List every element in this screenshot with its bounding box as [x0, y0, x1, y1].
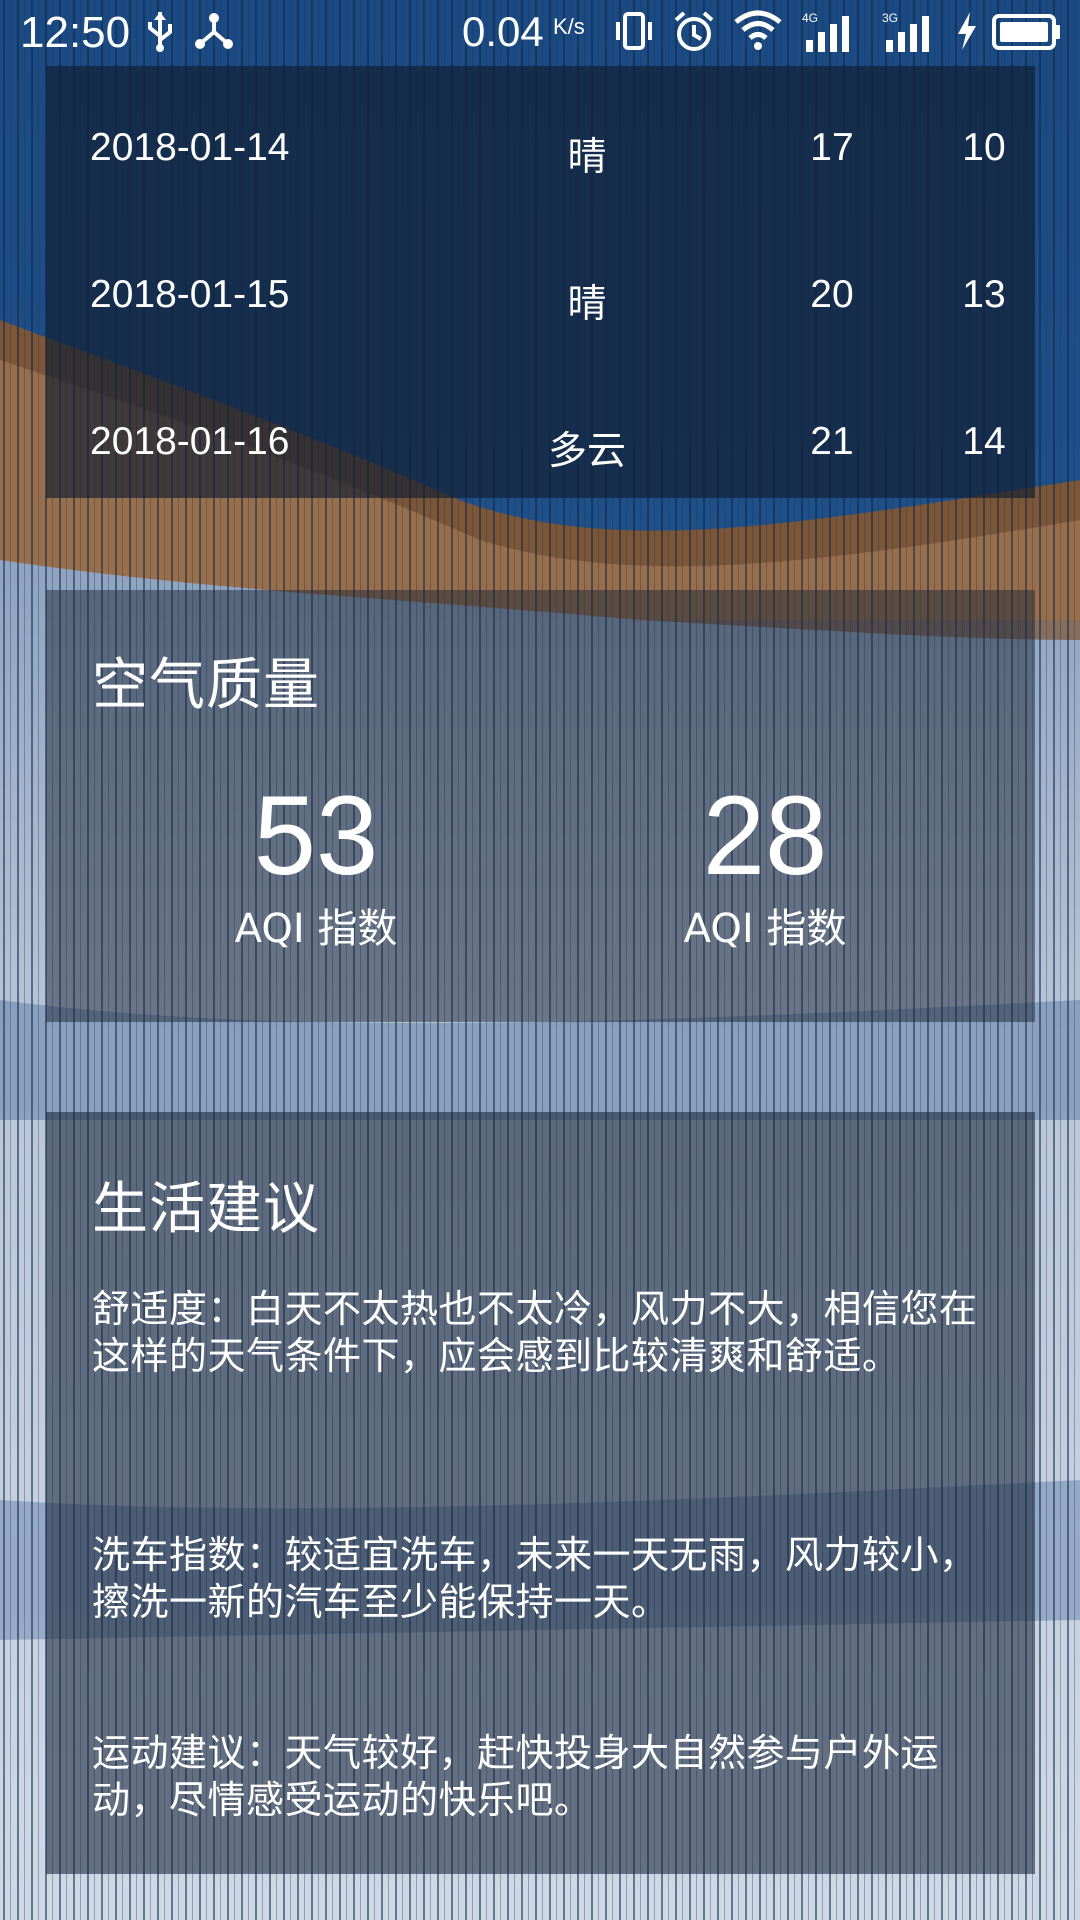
forecast-row: 2018-01-16 多云 21 14 [46, 406, 1035, 486]
net-speed-unit: K/s [553, 14, 585, 39]
status-bar: 12:50 0.04 K/s 4G 3G [0, 0, 1080, 64]
usb-icon [144, 10, 176, 57]
forecast-min-temp: 14 [962, 420, 1006, 463]
charging-icon [956, 10, 978, 57]
net-speed: 0.04 [462, 8, 544, 55]
forecast-max-temp: 21 [810, 420, 854, 463]
signal-3g-icon: 3G [880, 10, 942, 59]
aqi-block: 28 AQI 指数 [615, 780, 915, 954]
forecast-date: 2018-01-16 [90, 420, 290, 463]
battery-icon [992, 14, 1062, 55]
forecast-row: 2018-01-14 晴 17 10 [46, 112, 1035, 192]
air-quality-panel: 空气质量 53 AQI 指数 28 AQI 指数 [46, 590, 1035, 1022]
forecast-date: 2018-01-14 [90, 126, 290, 169]
aqi-value: 53 [253, 773, 379, 898]
wifi-icon [734, 10, 782, 57]
comfort-suggestion: 舒适度：白天不太热也不太冷，风力不大，相信您在这样的天气条件下，应会感到比较清爽… [92, 1287, 978, 1378]
suggestion-panel: 生活建议 舒适度：白天不太热也不太冷，风力不大，相信您在这样的天气条件下，应会感… [46, 1112, 1035, 1874]
forecast-weather: 多云 [547, 430, 626, 473]
share-icon [194, 10, 234, 57]
forecast-row: 2018-01-15 晴 20 13 [46, 259, 1035, 339]
forecast-weather: 晴 [567, 283, 607, 326]
forecast-max-temp: 20 [810, 273, 854, 316]
forecast-max-temp: 17 [810, 126, 854, 169]
aqi-block: 53 AQI 指数 [166, 780, 466, 954]
status-time: 12:50 [20, 8, 131, 57]
forecast-min-temp: 13 [962, 273, 1006, 316]
car-wash-suggestion: 洗车指数：较适宜洗车，未来一天无雨，风力较小，擦洗一新的汽车至少能保持一天。 [92, 1533, 978, 1624]
sport-suggestion: 运动建议：天气较好，赶快投身大自然参与户外运动，尽情感受运动的快乐吧。 [92, 1731, 940, 1822]
forecast-date: 2018-01-15 [90, 273, 290, 316]
aqi-label: AQI 指数 [683, 906, 847, 952]
svg-text:4G: 4G [802, 11, 818, 25]
aqi-value: 28 [702, 773, 828, 898]
alarm-icon [672, 10, 716, 59]
forecast-min-temp: 10 [962, 126, 1006, 169]
suggestion-title: 生活建议 [92, 1177, 320, 1242]
air-quality-title: 空气质量 [92, 653, 320, 718]
vibrate-icon [614, 10, 654, 57]
signal-4g-icon: 4G [800, 10, 862, 59]
forecast-weather: 晴 [567, 136, 607, 179]
aqi-label: AQI 指数 [234, 906, 398, 952]
forecast-panel: 2018-01-14 晴 17 10 2018-01-15 晴 20 13 20… [46, 66, 1035, 498]
svg-text:3G: 3G [882, 11, 898, 25]
